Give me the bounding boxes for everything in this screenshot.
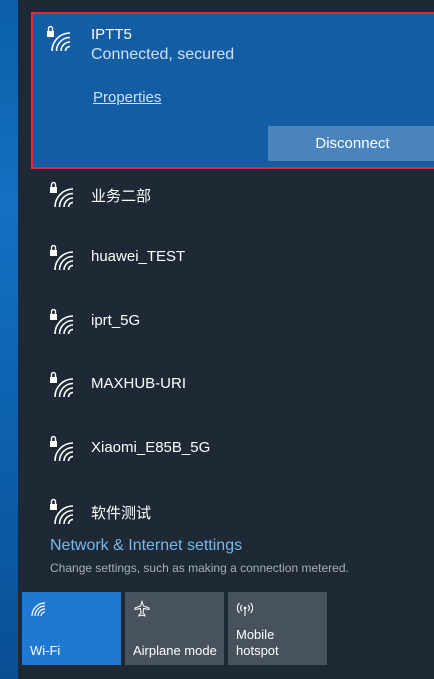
- wifi-secured-icon: [50, 308, 74, 335]
- network-item[interactable]: 软件测试: [30, 491, 430, 535]
- network-name: iprt_5G: [91, 312, 141, 329]
- airplane-mode-tile[interactable]: Airplane mode: [125, 592, 224, 665]
- network-flyout: IPTT5 Connected, secured Properties Disc…: [18, 0, 434, 679]
- wifi-icon: [31, 602, 46, 617]
- properties-link[interactable]: Properties: [93, 89, 161, 106]
- network-name: huawei_TEST: [91, 248, 186, 265]
- network-name: Xiaomi_E85B_5G: [91, 439, 211, 456]
- wifi-secured-icon: [47, 25, 71, 52]
- network-item[interactable]: 业务二部: [30, 174, 430, 218]
- network-item[interactable]: huawei_TEST: [30, 237, 430, 281]
- wifi-secured-icon: [50, 498, 74, 525]
- disconnect-button[interactable]: Disconnect: [268, 126, 434, 161]
- network-name: MAXHUB-URI: [91, 375, 187, 392]
- wifi-secured-icon: [50, 435, 74, 462]
- wifi-tile-label: Wi-Fi: [30, 643, 61, 658]
- wifi-secured-icon: [50, 244, 74, 271]
- network-item[interactable]: Xiaomi_E85B_5G: [30, 428, 430, 472]
- connection-status: Connected, secured: [91, 46, 235, 63]
- hotspot-icon: [236, 602, 254, 616]
- wifi-secured-icon: [50, 371, 74, 398]
- wifi-toggle-tile[interactable]: Wi-Fi: [22, 592, 121, 665]
- mobile-hotspot-tile[interactable]: Mobile hotspot: [228, 592, 327, 665]
- connected-network-name: IPTT5: [91, 26, 132, 43]
- network-name: 业务二部: [91, 188, 152, 205]
- desktop-background: [0, 0, 18, 679]
- airplane-icon: [134, 600, 150, 617]
- network-item[interactable]: iprt_5G: [30, 301, 430, 345]
- network-settings-link[interactable]: Network & Internet settings: [50, 537, 242, 555]
- network-name: 软件测试: [91, 505, 152, 522]
- connected-network-card[interactable]: IPTT5 Connected, secured Properties Disc…: [31, 12, 434, 169]
- network-settings-description: Change settings, such as making a connec…: [50, 561, 349, 575]
- network-item[interactable]: MAXHUB-URI: [30, 364, 430, 408]
- airplane-tile-label: Airplane mode: [133, 643, 217, 658]
- hotspot-tile-label: Mobile hotspot: [236, 627, 279, 658]
- wifi-secured-icon: [50, 181, 74, 208]
